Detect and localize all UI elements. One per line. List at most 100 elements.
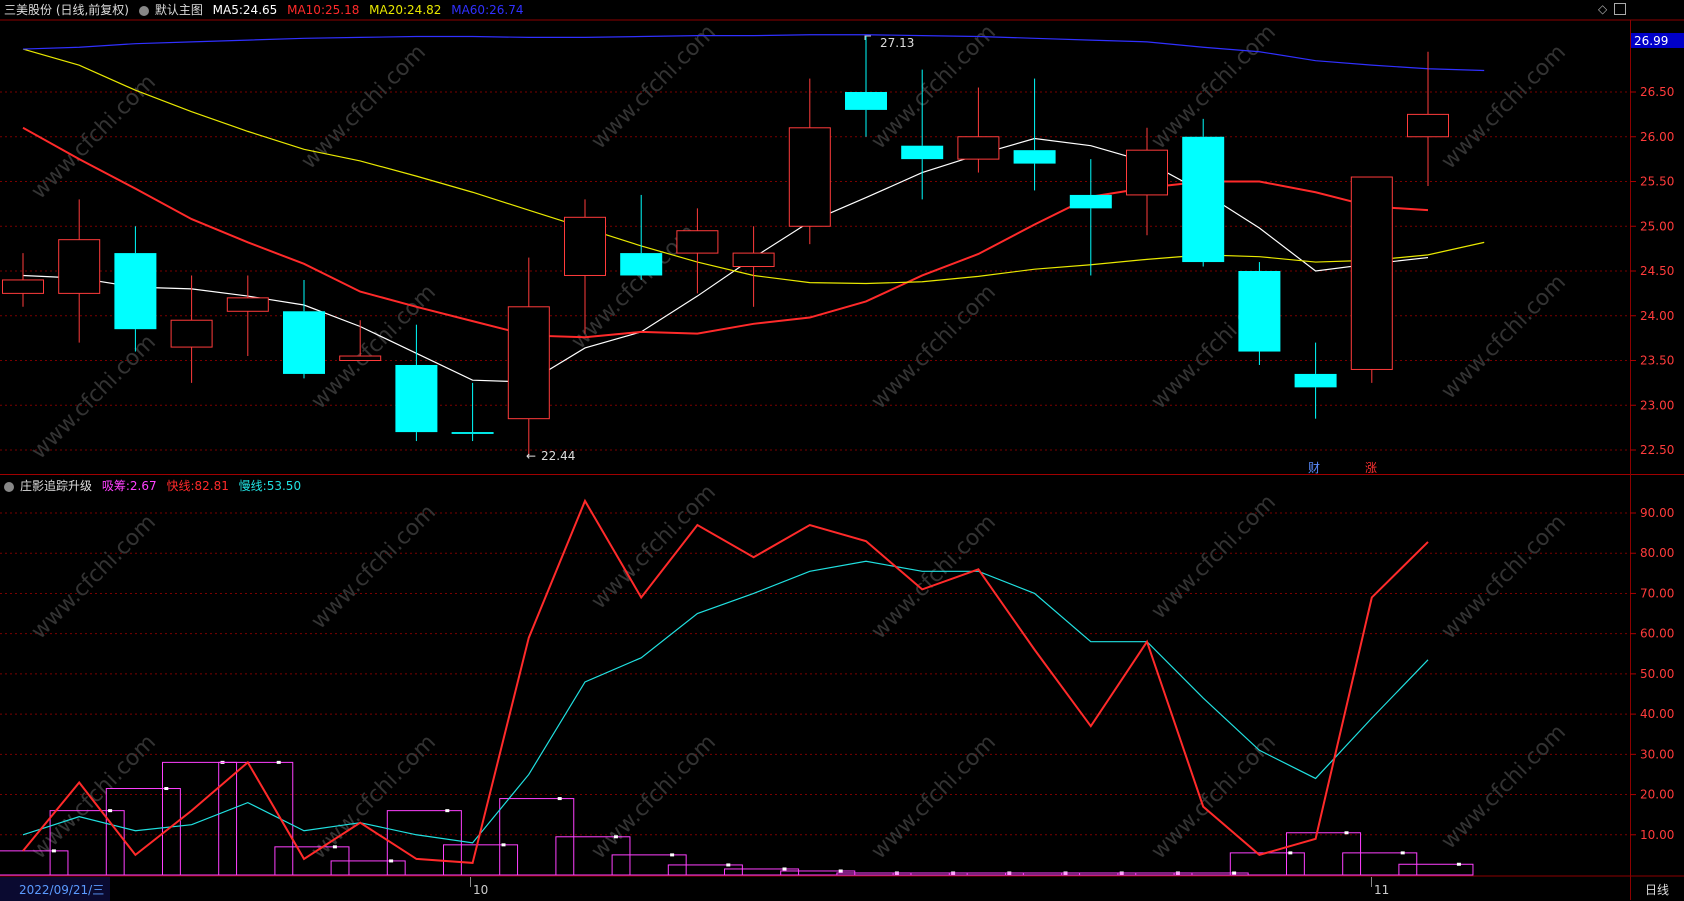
price-tick-label: 26.50 [1640,85,1674,99]
current-price-label: 26.99 [1634,34,1668,48]
price-tick-label: 23.50 [1640,354,1674,368]
candle[interactable] [1294,342,1337,419]
candle[interactable] [507,257,550,456]
candle-body-up [2,279,44,294]
xichou-marker [332,845,337,849]
candle[interactable] [1069,159,1112,276]
xichou-marker [276,760,281,764]
candle[interactable] [114,226,157,352]
price-tick-label: 23.00 [1640,398,1674,412]
date-label: 2022/09/21/三 [19,883,104,897]
month-nov: 11 [1374,883,1389,897]
candle-body-down [451,432,494,434]
xichou-bar [1398,863,1474,876]
xichou-marker [108,809,113,813]
indicator-tick-label: 50.00 [1640,667,1674,681]
watermark-text: www.cfchi.com [1147,490,1281,624]
watermark-text: www.cfchi.com [1147,20,1281,154]
price-tick-label: 25.00 [1640,219,1674,233]
frames [0,19,1684,900]
watermark-text: www.cfchi.com [27,730,161,864]
candle[interactable] [226,275,269,357]
price-axis: 26.50 26.00 25.50 25.00 24.50 24.00 23.50 23.00… [1630,85,1674,457]
low-arrow-icon: ← [526,449,536,463]
indicator-tick-label: 60.00 [1640,627,1674,641]
xichou-bar [162,761,238,876]
xichou-marker [1288,851,1293,855]
candle[interactable] [283,279,325,379]
candle-body-down [845,92,887,110]
candle[interactable] [2,253,44,307]
candle[interactable] [1238,262,1281,365]
low-label: 22.44 [541,449,575,463]
price-tick-label: 22.50 [1640,443,1674,457]
candle[interactable] [451,382,494,442]
candle[interactable] [732,226,775,307]
candle[interactable] [620,194,663,280]
candle-body-up [1407,113,1449,138]
xichou-marker [389,859,394,863]
candle-body-down [114,253,157,330]
candle-body-down [283,311,325,374]
indicator-tick-label: 90.00 [1640,506,1674,520]
candle-body-up [788,127,831,227]
price-tick-label: 24.00 [1640,309,1674,323]
candle[interactable] [58,199,101,343]
price-tick-label: 26.00 [1640,130,1674,144]
candle-body-down [1069,194,1112,209]
watermark-text: www.cfchi.com [1437,40,1571,174]
watermark-text: www.cfchi.com [1437,720,1571,854]
indicator-grid [0,512,1630,836]
watermark-text: www.cfchi.com [307,500,441,634]
watermark-text: www.cfchi.com [867,280,1001,414]
zhang-marker[interactable]: 涨 [1365,460,1377,475]
xichou-bars [0,760,1474,876]
high-label: 27.13 [880,36,914,50]
xichou-marker [782,867,787,871]
xichou-marker [1400,851,1405,855]
candle-body-down [1013,150,1056,164]
watermark-text: www.cfchi.com [297,40,431,174]
candle[interactable] [395,324,438,442]
candle-body-up [676,230,719,254]
xichou-marker [838,869,843,873]
price-tick-label: 25.50 [1640,175,1674,189]
candle[interactable] [788,78,831,245]
low-marker: ← 22.44 [526,449,575,463]
candle-body-up [58,239,101,294]
xichou-marker [613,835,618,839]
watermark-text: www.cfchi.com [587,480,721,614]
xichou-bar [724,868,800,876]
candles[interactable] [2,35,1449,456]
candle-body-up [1350,176,1393,370]
candle-body-down [620,253,663,276]
xichou-marker [726,863,731,867]
price-tick-label: 24.50 [1640,264,1674,278]
candle[interactable] [170,275,213,383]
candle[interactable] [1182,118,1225,267]
watermark-text: www.cfchi.com [1437,510,1571,644]
xichou-bar [330,860,406,876]
candle-body-down [1294,373,1337,388]
xichou-marker [557,797,562,801]
candle-body-up [732,252,775,268]
xichou-bar [667,864,743,876]
watermark-text: www.cfchi.com [867,730,1001,864]
indicator-tick-label: 80.00 [1640,546,1674,560]
period-label[interactable]: 日线 [1645,883,1669,897]
candle-body-up [957,136,1000,160]
candle[interactable] [1407,51,1449,186]
xichou-bar [386,810,462,876]
candle[interactable] [1350,176,1393,383]
candle-body-up [339,355,382,361]
xichou-marker [445,809,450,813]
candle[interactable] [1013,78,1056,191]
cai-marker[interactable]: 财 [1308,461,1320,475]
candle-body-up [1126,149,1168,196]
xichou-bar [1229,852,1305,876]
indicator-axis: 90.00 80.00 70.00 60.00 50.00 40.00 30.00 20.00… [1630,506,1674,842]
candle-body-up [226,297,269,312]
watermark-text: www.cfchi.com [867,510,1001,644]
xichou-marker [51,849,56,853]
chart-svg[interactable]: www.cfchi.com www.cfchi.com www.cfchi.com w… [0,0,1684,901]
